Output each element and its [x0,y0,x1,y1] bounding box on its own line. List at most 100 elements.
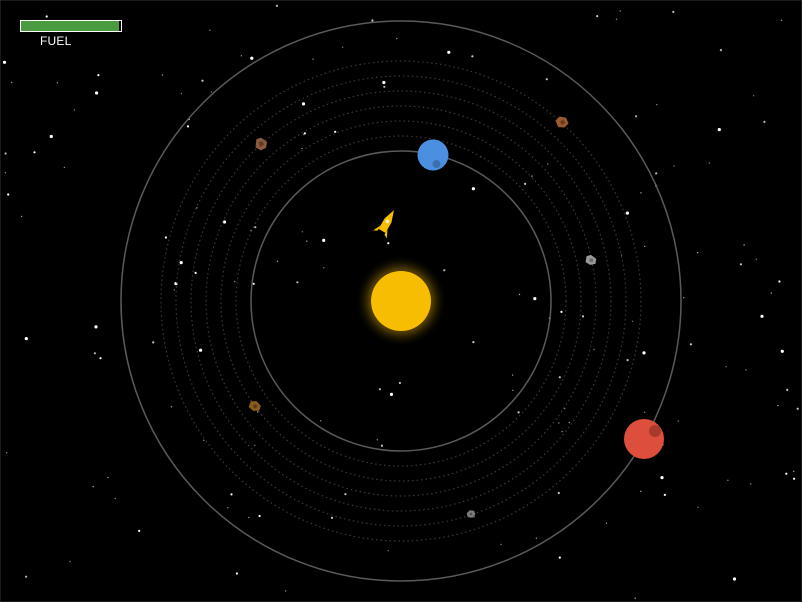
game-canvas[interactable]: FUEL [0,0,802,602]
star [371,19,374,22]
star [20,215,23,218]
star [581,315,585,318]
star [708,162,710,164]
star [209,29,211,31]
star [306,240,308,242]
blue-planet-icon[interactable] [417,139,449,171]
star [344,493,347,496]
star [743,244,745,246]
star [689,343,693,346]
star [92,485,94,488]
star [252,282,255,285]
fuel-bar [20,20,122,32]
star [95,91,99,95]
star [107,476,109,479]
star [763,120,766,123]
star [719,49,723,52]
star [322,238,326,242]
star [199,348,203,352]
star [312,58,314,60]
star [644,245,646,248]
star [389,392,394,396]
star [473,516,475,518]
star [234,280,236,283]
star [230,493,233,496]
red-planet-icon[interactable] [624,419,664,459]
star [517,411,520,414]
star [655,172,658,175]
star [673,165,675,167]
star [739,263,743,266]
star [558,376,561,379]
star [186,125,190,128]
sun-icon [371,271,431,331]
star [660,476,664,480]
star [235,572,238,575]
star [138,529,141,533]
star [745,369,747,371]
star [114,497,116,500]
star [568,421,570,424]
star [717,128,721,132]
star [535,537,538,539]
star [69,560,71,563]
star [180,92,183,95]
star [561,430,563,433]
star [383,85,386,88]
star [780,19,783,21]
star [663,493,666,496]
star [161,74,164,76]
star [6,452,8,454]
star [2,60,7,64]
star [10,81,13,84]
star [547,163,549,165]
star [780,349,784,353]
star [750,483,752,485]
star [99,357,102,360]
star [24,337,28,341]
star [777,404,779,407]
star [619,10,621,12]
star [443,269,446,272]
star [25,575,28,578]
solar-system-scene[interactable] [0,0,802,602]
star [631,320,634,322]
fuel-gauge: FUEL [20,20,122,48]
star [785,472,788,475]
star [376,439,378,441]
star [398,381,401,385]
star [672,10,675,13]
star [786,388,789,391]
star [770,292,772,294]
star [625,211,630,215]
star [500,543,502,546]
star [4,172,7,174]
star [471,55,474,58]
star [615,18,618,20]
star [254,444,256,446]
star [73,109,76,111]
star [296,281,299,284]
star [634,597,636,599]
star [97,74,100,77]
star [378,388,381,391]
star [276,260,279,262]
star [524,182,527,185]
star [210,91,213,93]
star [227,507,229,509]
star [248,516,250,519]
star [472,341,475,344]
star [7,193,10,196]
star [380,444,383,447]
star [201,79,204,82]
star [387,550,389,552]
star [696,251,699,254]
star [179,261,183,265]
star [320,420,322,422]
star [275,4,278,7]
star [725,366,727,368]
star [303,133,305,136]
star [164,236,167,239]
star [545,78,548,81]
star [560,310,563,313]
